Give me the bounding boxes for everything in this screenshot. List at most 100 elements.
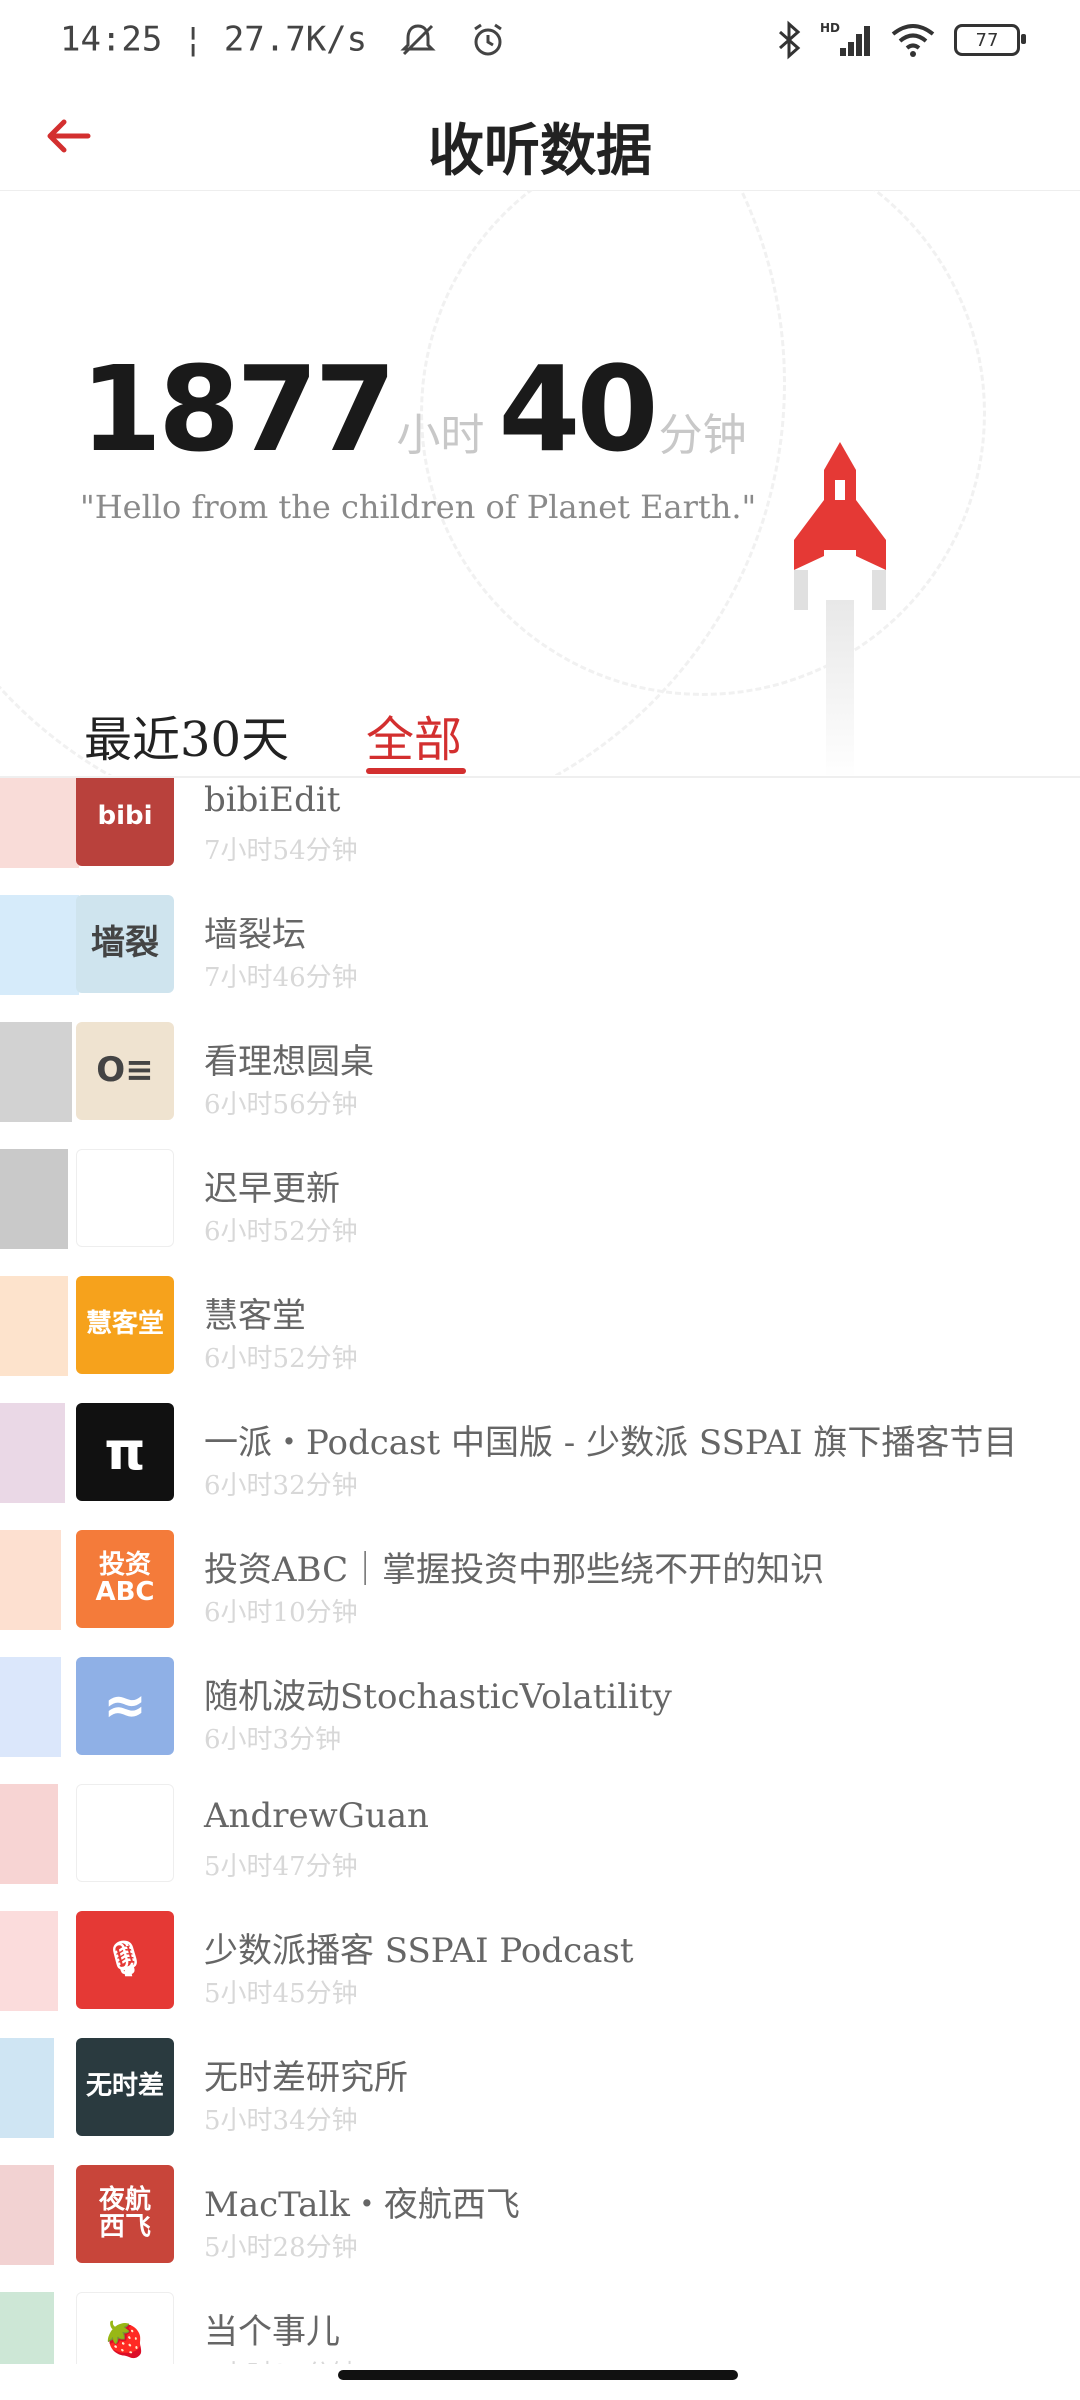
cover-art-text: 慧客堂 [85,1309,164,1340]
listening-duration: 5小时45分钟 [204,1979,358,2009]
app-header: 收听数据 [0,84,1080,191]
podcast-name: 一派・Podcast 中国版 - 少数派 SSPAI 旗下播客节目 [204,1423,1018,1463]
podcast-name: 当个事儿 [204,2312,340,2352]
alarm-icon [474,23,502,55]
listening-duration: 7小时54分钟 [204,836,358,866]
podcast-cover: 🎙 [76,1911,174,2009]
podcast-name: MacTalk・夜航西飞 [204,2185,520,2225]
active-tab-indicator [366,768,466,774]
total-listening-time: 1877 小时 40 分钟 [80,340,761,478]
battery-level: 77 [975,29,999,51]
listening-duration: 6小时52分钟 [204,1217,358,1247]
bluetooth-icon [779,20,801,60]
listening-duration: 6小时56分钟 [204,1090,358,1120]
podcast-name: AndrewGuan [204,1796,429,1836]
podcast-cover: 夜航 西飞 [76,2165,174,2263]
podcast-name: 投资ABC｜掌握投资中那些绕不开的知识 [204,1550,825,1590]
listening-summary: 1877 小时 40 分钟 "Hello from the children o… [0,190,1080,775]
cover-art-text: 投资 ABC [95,1549,155,1607]
podcast-row[interactable]: 投资 ABC 投资ABC｜掌握投资中那些绕不开的知识 6小时10分钟 [0,1520,1080,1647]
podcast-name: 慧客堂 [204,1296,306,1336]
listening-duration: 7小时46分钟 [204,963,358,993]
podcast-row[interactable]: 🍓 当个事儿 5小时25分钟 [0,2282,1080,2364]
total-hours: 1877 [80,340,396,478]
podcast-cover: 墙裂 [76,895,174,993]
podcast-row[interactable]: bibi bibiEdit 7小时54分钟 [0,778,1080,885]
listening-share-bar [0,1911,58,2011]
signal-icon: HD [820,21,870,56]
listening-share-bar [0,1657,61,1757]
listening-share-bar [0,1403,65,1503]
listening-share-bar [0,1530,61,1630]
cover-art-text: bibi [97,801,153,832]
podcast-cover: ≈ [76,1657,174,1755]
total-minutes: 40 [498,340,658,478]
podcast-cover: 投资 ABC [76,1530,174,1628]
battery-icon: 77 [954,24,1026,56]
minutes-unit: 分钟 [658,410,747,461]
status-separator: ¦ [182,19,204,60]
podcast-name: 无时差研究所 [204,2058,408,2098]
listening-share-bar [0,2038,54,2138]
tab-all[interactable]: 全部 [366,700,462,770]
listening-duration: 5小时47分钟 [204,1852,358,1882]
cover-art-text: 墙裂 [91,923,159,964]
podcast-row[interactable]: AndrewGuan 5小时47分钟 [0,1774,1080,1901]
hero-quote: "Hello from the children of Planet Earth… [80,488,757,526]
podcast-row[interactable]: 迟早更新 6小时52分钟 [0,1139,1080,1266]
cover-art-text: 🎙 [103,1939,147,1980]
listening-share-bar [0,1022,72,1122]
listening-duration: 5小时34分钟 [204,2106,358,2136]
page-title: 收听数据 [428,118,652,184]
listening-share-bar [0,1784,58,1884]
listening-share-bar [0,895,79,995]
podcast-row[interactable]: 夜航 西飞 MacTalk・夜航西飞 5小时28分钟 [0,2155,1080,2282]
status-left: 14:25 ¦ 27.7K/s [60,18,508,60]
listening-share-bar [0,1276,68,1376]
listening-duration: 6小时10分钟 [204,1598,358,1628]
podcast-name: 看理想圆桌 [204,1042,374,1082]
podcast-row[interactable]: 无时差 无时差研究所 5小时34分钟 [0,2028,1080,2155]
podcast-list: bibi bibiEdit 7小时54分钟墙裂 墙裂坛 7小时46分钟 O≡ 看理想圆桌 6小… [0,778,1080,2364]
listening-duration: 5小时28分钟 [204,2233,358,2263]
podcast-row[interactable]: ≈ 随机波动StochasticVolatility 6小时3分钟 [0,1647,1080,1774]
podcast-cover: bibi [76,778,174,866]
wifi-icon [891,24,935,57]
podcast-row[interactable]: 🎙 少数派播客 SSPAI Podcast 5小时45分钟 [0,1901,1080,2028]
cover-art-text: 夜航 西飞 [98,2184,151,2242]
podcast-row[interactable]: π 一派・Podcast 中国版 - 少数派 SSPAI 旗下播客节目 6小时32分… [0,1393,1080,1520]
cover-art-text: 🍓 [103,2320,147,2361]
range-tabs: 最近30天 全部 [0,690,1080,778]
mute-icon [399,23,436,55]
listening-duration: 6小时3分钟 [204,1725,342,1755]
network-speed: 27.7K/s [223,19,368,60]
status-bar: 14:25 ¦ 27.7K/s HD 77 [0,0,1080,84]
listening-duration: 6小时32分钟 [204,1471,358,1501]
podcast-row[interactable]: 慧客堂 慧客堂 6小时52分钟 [0,1266,1080,1393]
cover-art-text: ≈ [103,1675,147,1736]
cover-art-text: O≡ [96,1050,154,1091]
podcast-row[interactable]: O≡ 看理想圆桌 6小时56分钟 [0,1012,1080,1139]
listening-duration: 6小时52分钟 [204,1344,358,1374]
status-time: 14:25 [60,19,163,60]
podcast-cover: π [76,1403,174,1501]
svg-text:HD: HD [820,21,840,35]
listening-share-bar [0,778,79,868]
listening-share-bar [0,1149,68,1249]
tab-recent-30-days[interactable]: 最近30天 [84,700,289,770]
listening-share-bar [0,2292,54,2364]
listening-share-bar [0,2165,54,2265]
podcast-cover: 🍓 [76,2292,174,2364]
podcast-name: 迟早更新 [204,1169,340,1209]
podcast-row[interactable]: 墙裂 墙裂坛 7小时46分钟 [0,885,1080,1012]
podcast-cover: O≡ [76,1022,174,1120]
podcast-cover: 无时差 [76,2038,174,2136]
podcast-name: bibiEdit [204,780,341,820]
cover-art-text: π [104,1421,146,1482]
listening-duration: 5小时25分钟 [204,2354,358,2364]
home-indicator[interactable] [338,2370,738,2380]
podcast-cover [76,1149,174,1247]
podcast-name: 墙裂坛 [204,915,306,955]
cover-art-text: 无时差 [85,2071,164,2102]
hours-unit: 小时 [396,410,485,461]
